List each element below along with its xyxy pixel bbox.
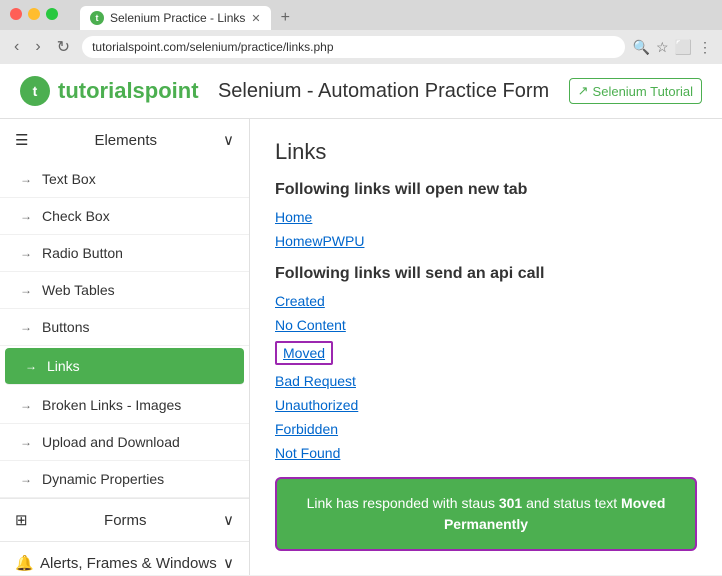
tab-title: Selenium Practice - Links [110,11,245,25]
sidebar-section-elements: ☰ Elements ∨ → Text Box → Check Box → Ra… [0,119,249,499]
forms-section-icon: ⊞ [15,511,28,529]
menu-icon: ⋮ [698,39,712,56]
alerts-section-icon: 🔔 [15,554,34,572]
sidebar-section-elements-header[interactable]: ☰ Elements ∨ [0,119,249,161]
new-tab-section-title: Following links will open new tab [275,181,697,199]
sidebar-item-label-webtables: Web Tables [42,282,115,298]
status-text-mid: and status text [522,495,621,511]
link-nocontent[interactable]: No Content [275,317,697,333]
tutorial-link-label: Selenium Tutorial [593,84,693,99]
search-icon: 🔍 [633,39,650,56]
alerts-section-chevron: ∨ [223,554,234,572]
arrow-icon-upload: → [20,435,32,449]
logo-suffix: point [145,78,199,103]
minimize-button[interactable] [28,8,40,20]
sidebar-item-label-links: Links [47,358,80,374]
arrow-icon-links: → [25,359,37,373]
arrow-icon-checkbox: → [20,209,32,223]
main-layout: ☰ Elements ∨ → Text Box → Check Box → Ra… [0,119,722,575]
sidebar-item-label-radiobutton: Radio Button [42,245,123,261]
api-section-title: Following links will send an api call [275,265,697,283]
sidebar-section-forms-header[interactable]: ⊞ Forms ∨ [0,499,249,541]
sidebar-section-alerts-header[interactable]: 🔔 Alerts, Frames & Windows ∨ [0,542,249,575]
sidebar-item-buttons[interactable]: → Buttons [0,309,249,346]
tutorial-link[interactable]: ↗ Selenium Tutorial [569,78,702,104]
link-unauthorized[interactable]: Unauthorized [275,397,697,413]
logo-icon: t [20,76,50,106]
link-moved[interactable]: Moved [275,341,333,365]
sidebar-item-dynamic[interactable]: → Dynamic Properties [0,461,249,498]
arrow-icon-buttons: → [20,320,32,334]
link-home[interactable]: Home [275,209,697,225]
close-button[interactable] [10,8,22,20]
address-icons: 🔍 ☆ ⬜ ⋮ [633,39,712,56]
status-banner: Link has responded with staus 301 and st… [275,477,697,551]
back-button[interactable]: ‹ [10,36,23,58]
forms-section-chevron: ∨ [223,511,234,529]
link-notfound[interactable]: Not Found [275,445,697,461]
reload-button[interactable]: ↻ [53,35,74,59]
sidebar: ☰ Elements ∨ → Text Box → Check Box → Ra… [0,119,250,575]
site-header: t tutorialspoint Selenium - Automation P… [0,64,722,119]
browser-window: Selenium Practice - Links ✕ + ‹ › ↻ 🔍 ☆ … [0,0,722,64]
sidebar-item-label-dynamic: Dynamic Properties [42,471,164,487]
sidebar-item-webtables[interactable]: → Web Tables [0,272,249,309]
active-tab[interactable]: Selenium Practice - Links ✕ [80,6,271,30]
page-title: Selenium - Automation Practice Form [199,80,569,103]
sidebar-section-forms: ⊞ Forms ∨ [0,499,249,542]
sidebar-item-label-textbox: Text Box [42,171,96,187]
logo: t tutorialspoint [20,76,199,106]
tab-close-button[interactable]: ✕ [251,12,260,25]
logo-letter: t [33,83,38,99]
maximize-button[interactable] [46,8,58,20]
bookmark-icon: ☆ [656,39,669,56]
elements-section-chevron: ∨ [223,131,234,149]
elements-section-icon: ☰ [15,131,28,149]
forward-button[interactable]: › [31,36,44,58]
links-page-heading: Links [275,139,697,165]
arrow-icon-radiobutton: → [20,246,32,260]
content-area: Links Following links will open new tab … [250,119,722,575]
link-homewpwpu[interactable]: HomewPWPU [275,233,697,249]
new-tab-button[interactable]: + [275,7,296,29]
sidebar-item-label-upload: Upload and Download [42,434,180,450]
address-bar: ‹ › ↻ 🔍 ☆ ⬜ ⋮ [0,30,722,64]
api-links-section: Following links will send an api call Cr… [275,265,697,461]
arrow-icon-brokenlinks: → [20,398,32,412]
alerts-section-label: Alerts, Frames & Windows [40,555,217,572]
sidebar-section-alerts: 🔔 Alerts, Frames & Windows ∨ [0,542,249,575]
arrow-icon-webtables: → [20,283,32,297]
sidebar-item-textbox[interactable]: → Text Box [0,161,249,198]
logo-text: tutorialspoint [58,78,199,104]
url-input[interactable] [82,36,625,58]
logo-brand: tutorials [58,78,145,103]
status-text-prefix: Link has responded with staus [307,495,499,511]
arrow-icon-textbox: → [20,172,32,186]
sidebar-item-brokenlinks[interactable]: → Broken Links - Images [0,387,249,424]
cast-icon: ⬜ [675,39,692,56]
sidebar-item-label-checkbox: Check Box [42,208,110,224]
sidebar-item-label-brokenlinks: Broken Links - Images [42,397,181,413]
sidebar-item-links[interactable]: → Links [5,348,244,385]
link-created[interactable]: Created [275,293,697,309]
external-link-icon: ↗ [578,83,589,99]
sidebar-item-checkbox[interactable]: → Check Box [0,198,249,235]
forms-section-label: Forms [104,512,147,529]
link-forbidden[interactable]: Forbidden [275,421,697,437]
link-badrequest[interactable]: Bad Request [275,373,697,389]
tab-favicon [90,11,104,25]
sidebar-item-upload[interactable]: → Upload and Download [0,424,249,461]
new-tab-links-section: Following links will open new tab Home H… [275,181,697,249]
elements-section-label: Elements [94,132,157,149]
window-controls [10,8,58,20]
sidebar-item-label-buttons: Buttons [42,319,89,335]
sidebar-item-radiobutton[interactable]: → Radio Button [0,235,249,272]
arrow-icon-dynamic: → [20,472,32,486]
status-code: 301 [499,495,522,511]
